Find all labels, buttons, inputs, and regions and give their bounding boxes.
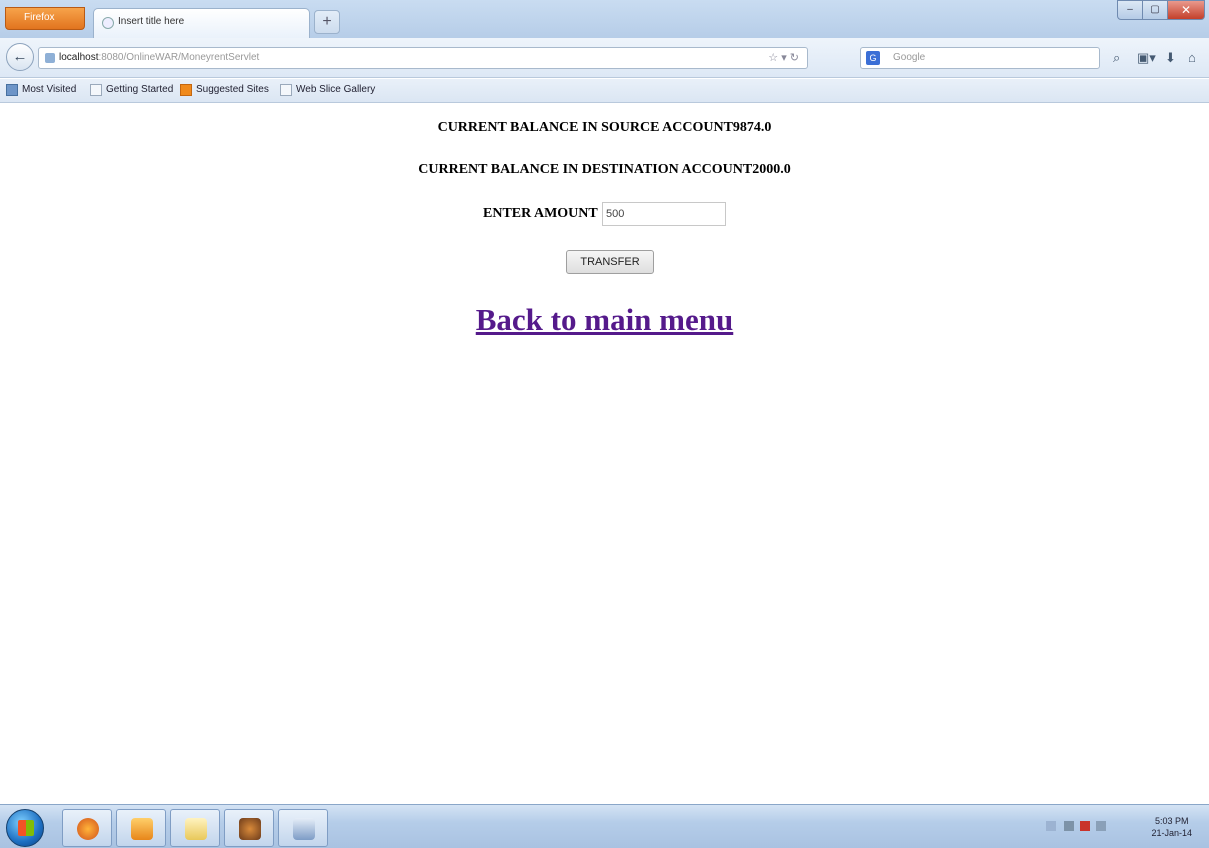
taskbar-firefox[interactable] xyxy=(62,809,112,847)
back-to-main-menu-link[interactable]: Back to main menu xyxy=(0,302,1209,338)
search-engine-icon[interactable]: G xyxy=(866,51,880,65)
navigation-bar: ← localhost:8080/OnlineWAR/MoneyrentServ… xyxy=(0,38,1209,78)
bookmark-folder-icon xyxy=(6,84,18,96)
windows-logo-icon xyxy=(18,820,34,836)
start-button[interactable] xyxy=(6,809,44,847)
tab-title: Insert title here xyxy=(118,16,185,27)
site-identity-icon[interactable] xyxy=(45,53,55,63)
new-tab-button[interactable]: + xyxy=(314,10,340,34)
taskbar-app-4[interactable] xyxy=(224,809,274,847)
clock-time: 5:03 PM xyxy=(1154,816,1189,826)
back-button[interactable]: ← xyxy=(6,43,34,71)
search-bar[interactable]: G Google xyxy=(860,47,1100,69)
taskbar-explorer[interactable] xyxy=(170,809,220,847)
minimize-button[interactable]: – xyxy=(1117,0,1143,20)
firefox-menu-button[interactable]: Firefox xyxy=(5,7,85,30)
bookmark-getting-started[interactable]: Getting Started xyxy=(90,84,173,96)
show-hidden-icons-icon[interactable] xyxy=(1046,821,1056,831)
url-bar[interactable]: localhost:8080/OnlineWAR/MoneyrentServle… xyxy=(38,47,808,69)
firefox-icon xyxy=(77,818,99,840)
clock[interactable]: 5:03 PM 21-Jan-14 xyxy=(1151,815,1192,839)
taskbar: 5:03 PM 21-Jan-14 xyxy=(0,804,1209,848)
taskbar-app-5[interactable] xyxy=(278,809,328,847)
maximize-button[interactable]: ▢ xyxy=(1142,0,1168,20)
clock-date: 21-Jan-14 xyxy=(1151,828,1192,838)
volume-icon[interactable] xyxy=(1096,821,1106,831)
taskbar-media-player[interactable] xyxy=(116,809,166,847)
folder-icon xyxy=(185,818,207,840)
home-icon[interactable]: ⌂ xyxy=(1188,50,1196,65)
bookmark-page-icon xyxy=(90,84,102,96)
destination-balance-text: CURRENT BALANCE IN DESTINATION ACCOUNT20… xyxy=(418,162,791,177)
search-placeholder: Google xyxy=(893,52,926,63)
app-icon xyxy=(239,818,261,840)
page-content: CURRENT BALANCE IN SOURCE ACCOUNT9874.0 … xyxy=(0,104,1209,804)
close-button[interactable]: ✕ xyxy=(1167,0,1205,20)
document-icon xyxy=(293,818,315,840)
amount-input[interactable] xyxy=(601,202,726,226)
bookmark-most-visited[interactable]: Most Visited xyxy=(6,84,76,96)
url-path: :8080/OnlineWAR/MoneyrentServlet xyxy=(98,52,260,63)
media-player-icon xyxy=(131,818,153,840)
system-tray: 5:03 PM 21-Jan-14 xyxy=(1040,811,1200,843)
search-icon[interactable]: ⌕ xyxy=(1113,50,1120,66)
network-icon[interactable] xyxy=(1064,821,1074,831)
bookmark-web-slice-gallery[interactable]: Web Slice Gallery xyxy=(280,84,375,96)
page-icon xyxy=(102,17,114,29)
transfer-button[interactable]: TRANSFER xyxy=(566,250,654,274)
bookmark-star-icon[interactable]: ☆ ▾ ↻ xyxy=(768,51,799,64)
bookmarks-menu-icon[interactable]: ▣▾ xyxy=(1137,50,1156,66)
flag-icon[interactable] xyxy=(1080,821,1090,831)
source-balance-text: CURRENT BALANCE IN SOURCE ACCOUNT9874.0 xyxy=(437,120,772,135)
bookmark-page-icon xyxy=(280,84,292,96)
bookmark-suggested-sites[interactable]: Suggested Sites xyxy=(180,84,269,96)
amount-label: ENTER AMOUNT xyxy=(483,206,598,222)
download-icon[interactable]: ⬇ xyxy=(1165,50,1176,66)
bookmarks-bar: Most Visited Getting Started Suggested S… xyxy=(0,79,1209,103)
amount-row: ENTER AMOUNT xyxy=(0,202,1209,226)
url-host: localhost xyxy=(59,52,99,63)
suggested-sites-icon xyxy=(180,84,192,96)
title-bar: Firefox Insert title here + – ▢ ✕ xyxy=(0,0,1209,38)
tab-insert-title[interactable]: Insert title here xyxy=(93,8,310,38)
